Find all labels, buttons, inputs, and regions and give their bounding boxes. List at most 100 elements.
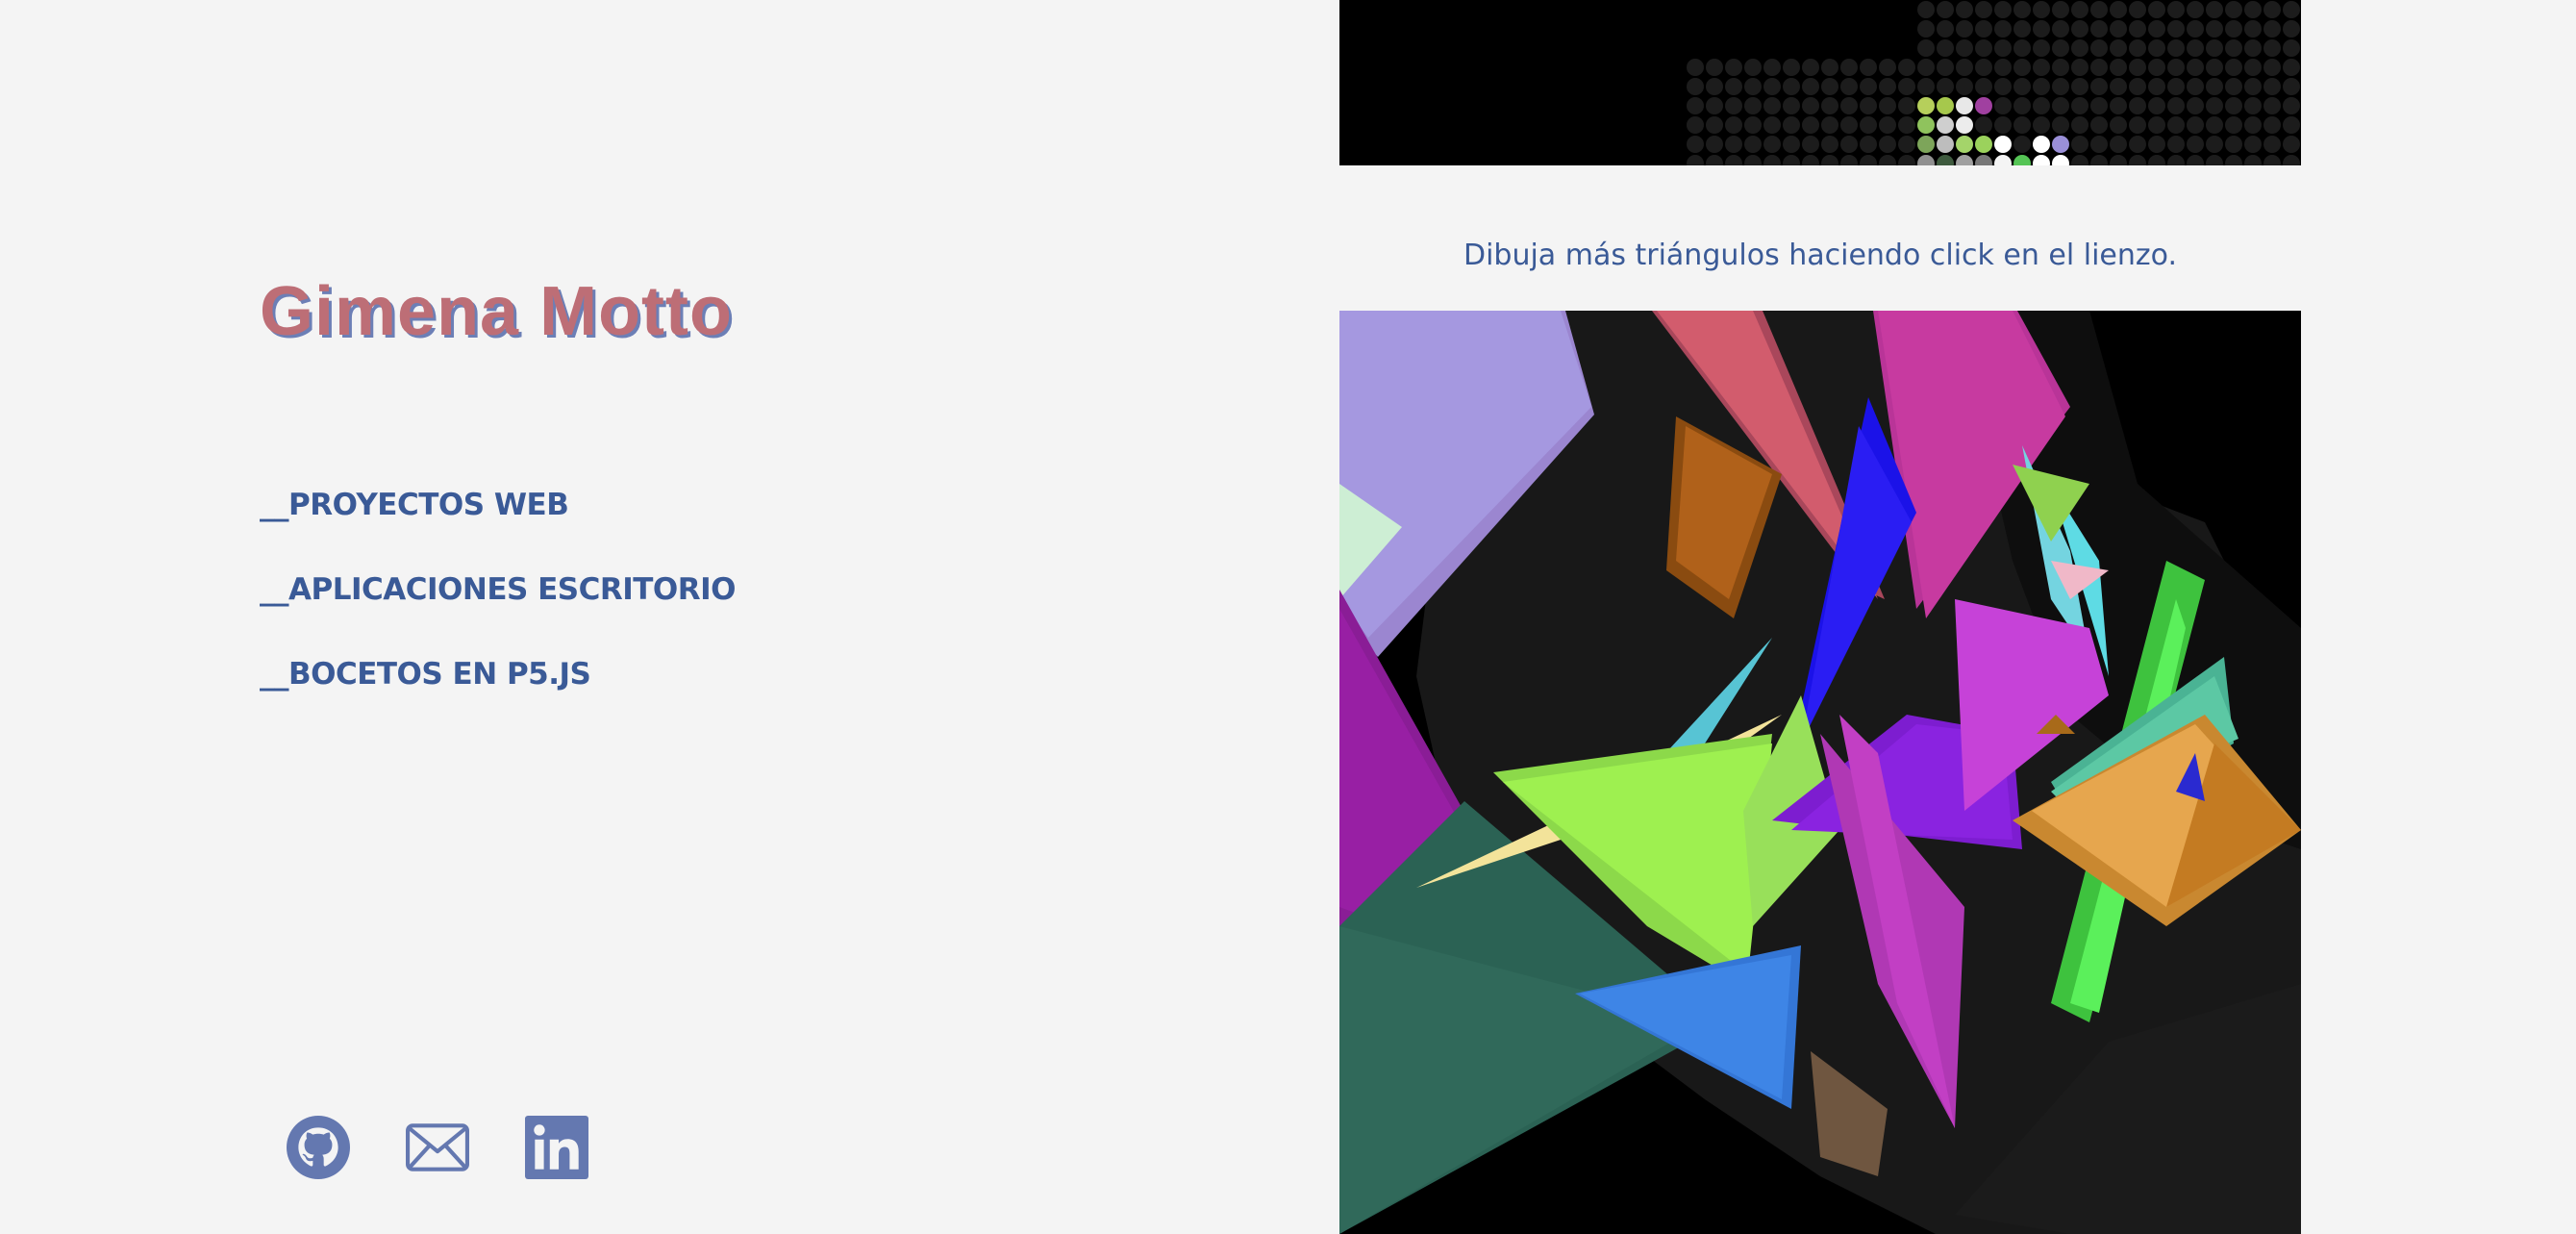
matrix-dot [2110,97,2127,114]
social-links [287,1116,644,1179]
matrix-dot [2206,136,2223,153]
matrix-dot [2013,78,2031,95]
matrix-dot [1879,78,1896,95]
matrix-dot [1860,78,1877,95]
matrix-dot [2013,116,2031,134]
matrix-dot [2225,39,2242,57]
matrix-dot [2206,1,2223,18]
matrix-dot [1975,155,1992,165]
matrix-dot [1687,136,1704,153]
matrix-dot [2283,155,2300,165]
matrix-dot [1821,97,1838,114]
matrix-dot [1917,78,1935,95]
matrix-dot [2225,97,2242,114]
matrix-dot [2071,136,2088,153]
matrix-dot [1783,59,1800,76]
email-link[interactable] [406,1116,469,1179]
matrix-dot [1763,155,1781,165]
sketch-caption: Dibuja más triángulos haciendo click en … [1463,239,2178,272]
matrix-dot [1744,59,1762,76]
matrix-dot [2148,59,2165,76]
matrix-dot [1687,59,1704,76]
matrix-dot [1860,97,1877,114]
matrix-dot [1879,97,1896,114]
matrix-dot [1898,155,1915,165]
matrix-dot [2225,1,2242,18]
author-name: Gimena Motto [260,273,733,350]
matrix-dot [1802,155,1819,165]
matrix-dot [2071,78,2088,95]
matrix-dot [2283,97,2300,114]
matrix-dot [1994,116,2012,134]
matrix-dot [2052,136,2069,153]
matrix-dot [1879,155,1896,165]
sketch-canvas[interactable] [1339,311,2301,1234]
matrix-dot [1994,155,2012,165]
matrix-dot [2263,116,2281,134]
matrix-dot [2090,39,2108,57]
matrix-dot [1917,20,1935,38]
matrix-dot [2148,78,2165,95]
matrix-dot [2244,20,2262,38]
matrix-dot [1898,136,1915,153]
nav-link-bocetos-p5js[interactable]: __BOCETOS EN P5.JS [260,655,736,693]
matrix-dot [2187,59,2204,76]
matrix-dot [1937,39,1954,57]
matrix-dot [2033,1,2050,18]
matrix-dot [2013,59,2031,76]
linkedin-link[interactable] [525,1116,588,1179]
matrix-dot [1917,116,1935,134]
matrix-dot [2033,136,2050,153]
matrix-dot [1821,136,1838,153]
matrix-dot [2090,136,2108,153]
matrix-dot [1994,20,2012,38]
matrix-dot [1725,136,1742,153]
matrix-dot [2263,136,2281,153]
matrix-dot [1917,136,1935,153]
matrix-dot [2013,136,2031,153]
dot-matrix-banner [1339,0,2301,165]
mail-icon [406,1116,469,1179]
matrix-dot [2263,59,2281,76]
matrix-dot [2129,39,2146,57]
matrix-dot [1763,136,1781,153]
matrix-dot [1860,59,1877,76]
nav-link-aplicaciones-escritorio[interactable]: __APLICACIONES ESCRITORIO [260,570,737,609]
matrix-dot [2283,116,2300,134]
github-link[interactable] [287,1116,350,1179]
matrix-dot [2110,59,2127,76]
matrix-dot [1783,78,1800,95]
matrix-dot [2263,39,2281,57]
matrix-dot [2148,136,2165,153]
matrix-dot [1879,136,1896,153]
matrix-dot [2013,39,2031,57]
matrix-dot [1956,97,1973,114]
matrix-dot [2283,59,2300,76]
matrix-dot [1744,78,1762,95]
matrix-dot [2071,39,2088,57]
matrix-dot [1744,155,1762,165]
matrix-dot [1840,78,1858,95]
matrix-dot [2206,59,2223,76]
matrix-dot [1917,59,1935,76]
matrix-dot [2206,155,2223,165]
matrix-dot [2071,20,2088,38]
matrix-dot [2071,59,2088,76]
matrix-dot [2090,116,2108,134]
matrix-dot [1821,59,1838,76]
matrix-dot [2033,155,2050,165]
matrix-dot [1917,39,1935,57]
matrix-dot [2052,59,2069,76]
matrix-dot [1706,116,1723,134]
matrix-dot [1725,155,1742,165]
matrix-dot [2167,78,2185,95]
matrix-dot [1802,59,1819,76]
matrix-dot [2244,155,2262,165]
matrix-dot [1706,59,1723,76]
matrix-dot [1956,116,1973,134]
matrix-dot [1763,116,1781,134]
matrix-dot [1783,155,1800,165]
matrix-dot [2187,155,2204,165]
nav-link-proyectos-web[interactable]: __PROYECTOS WEB [260,486,736,524]
matrix-dot [2090,97,2108,114]
